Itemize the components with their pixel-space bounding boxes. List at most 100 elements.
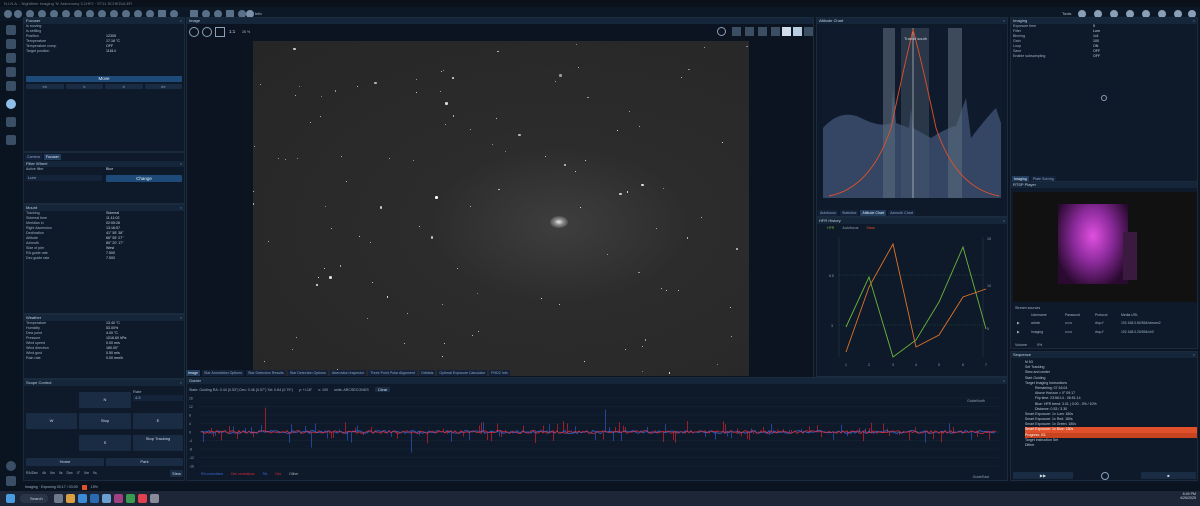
debayer-icon[interactable] — [771, 27, 780, 36]
home-button[interactable]: Home — [26, 458, 104, 466]
fit-icon[interactable] — [215, 27, 225, 37]
close-icon[interactable]: × — [180, 18, 182, 24]
clear-button[interactable]: Clear — [374, 387, 391, 392]
close-icon[interactable]: × — [1003, 18, 1005, 24]
tab-focuser[interactable]: Focuser — [43, 154, 61, 160]
flat-wizard-nav-icon[interactable] — [6, 67, 16, 77]
stream-source-row[interactable]: ▶ Imaging •••••• rtsp:// 192.168.0.25/554/ch… — [1017, 329, 1197, 335]
close-icon[interactable]: × — [180, 161, 182, 167]
focus-in-button[interactable]: > — [105, 84, 143, 89]
focus-out-button[interactable]: < — [65, 84, 103, 89]
coord-dec-d[interactable]: 0° — [77, 471, 80, 477]
tab-phd2-info[interactable]: PHD2 Info — [489, 370, 510, 376]
edit-icon[interactable] — [804, 27, 813, 36]
crosshair-icon[interactable] — [745, 27, 754, 36]
framing-nav-icon[interactable] — [6, 53, 16, 63]
power-icon[interactable] — [6, 461, 16, 471]
focus-far-in-button[interactable]: >> — [144, 84, 182, 89]
info-label[interactable]: Info — [255, 11, 262, 16]
close-icon[interactable]: × — [1003, 218, 1005, 224]
zoom-in-icon[interactable] — [189, 27, 199, 37]
rate-select[interactable]: 4.5 — [133, 395, 183, 401]
tab-altitude-chart[interactable]: Altitude Chart — [860, 210, 887, 216]
guider-y-scale[interactable]: y: +/-16" — [299, 388, 312, 392]
clock[interactable]: 8:45 PM 4/26/2025 — [1168, 492, 1196, 500]
east-button[interactable]: E — [133, 413, 183, 429]
tab-polar-alignment[interactable]: Three Point Polar Alignment — [368, 370, 418, 376]
change-filter-button[interactable]: Change — [106, 175, 182, 182]
west-button[interactable]: W — [26, 413, 77, 429]
taskbar-search[interactable]: Search — [20, 494, 48, 503]
close-icon[interactable]: × — [1003, 378, 1005, 384]
zoom-out-icon[interactable] — [202, 27, 212, 37]
play-icon[interactable]: ▶ — [1017, 329, 1031, 335]
chrome-icon[interactable] — [126, 494, 135, 503]
taskview-icon[interactable] — [54, 494, 63, 503]
coord-ra-m[interactable]: 0m — [50, 471, 55, 477]
plugins-nav-icon[interactable] — [6, 135, 16, 145]
tab-star-detection-options[interactable]: Star Detection Options — [287, 370, 328, 376]
close-icon[interactable]: × — [180, 315, 182, 321]
coord-ra-h[interactable]: 4h — [42, 471, 46, 477]
tab-azimuth-chart[interactable]: Azimuth Chart — [888, 210, 915, 216]
stop-button[interactable]: Stop — [79, 413, 131, 429]
captured-image[interactable] — [253, 41, 749, 376]
play-icon[interactable]: ▶ — [1017, 320, 1031, 326]
settings-icon[interactable] — [14, 10, 22, 18]
tools-label[interactable]: Tools — [1062, 11, 1071, 16]
nina-icon[interactable] — [150, 494, 159, 503]
tab-star-annotation[interactable]: Star Annotation Options — [202, 370, 244, 376]
explorer-icon[interactable] — [66, 494, 75, 503]
store-icon[interactable] — [90, 494, 99, 503]
imaging-nav-icon[interactable] — [6, 99, 16, 109]
volume-value[interactable]: 0% — [1037, 343, 1042, 348]
close-icon[interactable]: × — [1193, 18, 1195, 24]
photos-icon[interactable] — [114, 494, 123, 503]
focus-far-out-button[interactable]: << — [26, 84, 64, 89]
video-stream[interactable] — [1013, 192, 1197, 302]
stop-sequence-button[interactable]: ■ — [1141, 472, 1196, 479]
sequence-item[interactable]: Dither — [1025, 443, 1197, 448]
close-icon[interactable]: × — [180, 380, 182, 386]
stream-source-row[interactable]: ▶ admin •••••• rtsp:// 192.168.0.80/554/stre… — [1017, 320, 1197, 326]
equipment-nav-icon[interactable] — [6, 25, 16, 35]
options-nav-icon[interactable] — [6, 117, 16, 127]
refresh-icon[interactable] — [717, 27, 726, 36]
south-button[interactable]: S — [79, 435, 131, 451]
filter-select[interactable]: Lum — [26, 175, 102, 181]
notes-icon[interactable] — [6, 476, 16, 486]
mail-icon[interactable] — [102, 494, 111, 503]
tab-camera[interactable]: Camera — [25, 154, 42, 160]
close-icon[interactable]: × — [1193, 352, 1195, 358]
start-icon[interactable] — [6, 494, 15, 503]
north-button[interactable]: N — [79, 392, 131, 408]
park-button[interactable]: Park — [106, 458, 183, 466]
guider-x-scale[interactable]: x: 100 — [318, 388, 328, 392]
tab-exposure-calculator[interactable]: Optimal Exposure Calculator — [437, 370, 488, 376]
tab-star-detection-results[interactable]: Star Detection Results — [245, 370, 286, 376]
slew-button[interactable]: Slew — [170, 470, 183, 477]
brush-icon[interactable] — [782, 27, 791, 36]
coord-dec-s[interactable]: 0s — [93, 471, 97, 477]
settings-icon[interactable] — [793, 27, 802, 36]
settings-icon[interactable] — [1101, 95, 1107, 101]
tab-orbitals[interactable]: Orbitals — [419, 370, 436, 376]
app-icon[interactable] — [138, 494, 147, 503]
close-icon[interactable]: × — [180, 205, 182, 211]
move-button[interactable]: Move — [26, 76, 182, 82]
skyatlas-nav-icon[interactable] — [6, 39, 16, 49]
zoom-ratio[interactable]: 1:1 — [229, 29, 235, 34]
annotate-icon[interactable] — [732, 27, 741, 36]
stop-tracking-button[interactable]: Stop Tracking — [133, 435, 183, 451]
connect-icon[interactable] — [4, 10, 12, 18]
edge-icon[interactable] — [78, 494, 87, 503]
guider-units[interactable]: units: ARCSECONDS — [334, 388, 369, 392]
coord-ra-s[interactable]: 0s — [59, 471, 63, 477]
tab-statistics[interactable]: Statistics — [839, 210, 859, 216]
coord-dec-m[interactable]: 0m — [84, 471, 89, 477]
stretch-icon[interactable] — [758, 27, 767, 36]
sequencer-nav-icon[interactable] — [6, 81, 16, 91]
tab-autofocus[interactable]: Autofocus — [818, 210, 838, 216]
run-sequence-button[interactable]: ▶▶ — [1013, 472, 1073, 479]
tab-image[interactable]: Image — [186, 370, 200, 376]
